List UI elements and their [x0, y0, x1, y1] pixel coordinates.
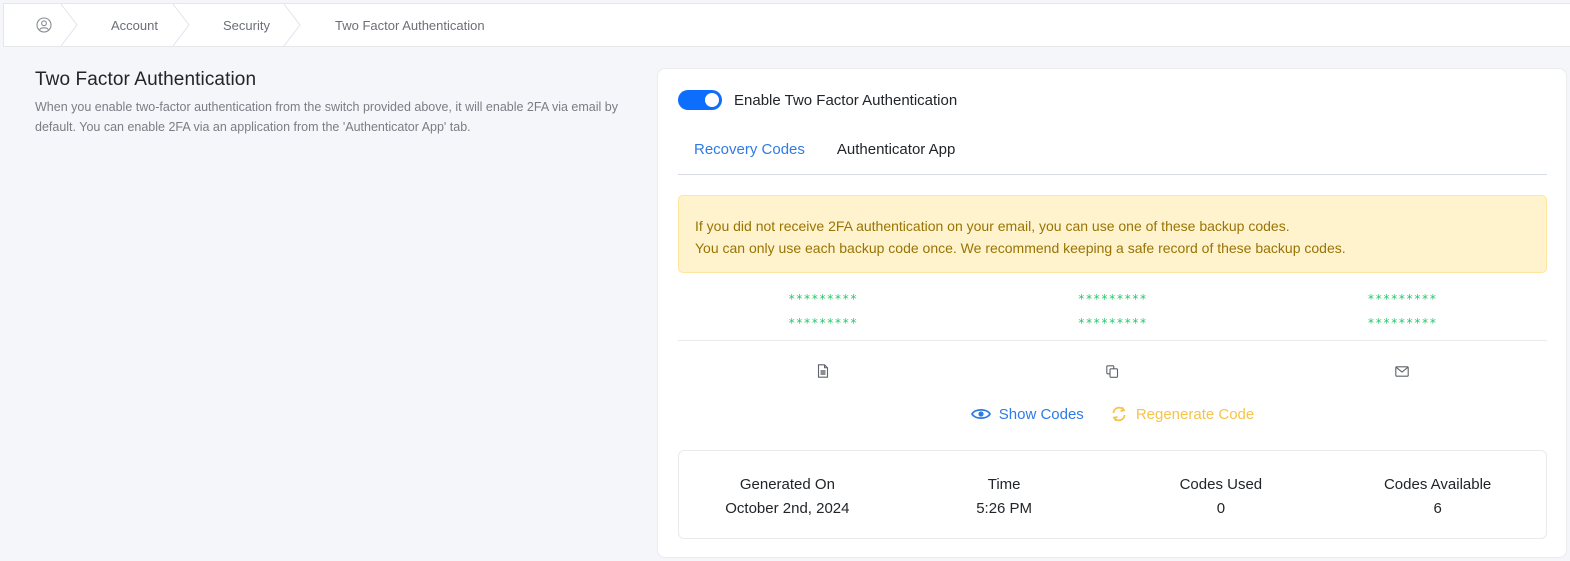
stat-codes-available: Codes Available 6	[1329, 473, 1546, 538]
stat-value: 6	[1433, 500, 1442, 517]
mail-icon	[1395, 365, 1409, 377]
stat-label: Time	[987, 476, 1021, 493]
tab-bar: Recovery Codes Authenticator App	[678, 137, 1547, 175]
recovery-code: *********	[1367, 292, 1437, 306]
recovery-code: *********	[788, 292, 858, 306]
codes-divider	[678, 340, 1547, 341]
two-factor-card: Enable Two Factor Authentication Recover…	[657, 68, 1567, 558]
enable-2fa-row: Enable Two Factor Authentication	[678, 90, 957, 110]
tab-recovery-codes[interactable]: Recovery Codes	[678, 137, 821, 174]
breadcrumb-account-label: Account	[111, 17, 158, 33]
eye-icon	[970, 408, 991, 420]
enable-2fa-label: Enable Two Factor Authentication	[734, 91, 958, 109]
regenerate-code-label: Regenerate Code	[1135, 405, 1255, 423]
toggle-knob	[705, 93, 719, 107]
recovery-code: *********	[1077, 316, 1148, 330]
recovery-code: *********	[1077, 292, 1148, 306]
codes-actions: Show Codes Regenerate Code	[678, 405, 1547, 423]
breadcrumb: Account Security Two Factor Authenticati…	[3, 3, 1570, 47]
recovery-codes-grid: ********* ********* ********* ********* …	[678, 291, 1547, 331]
stat-value: 5:26 PM	[976, 500, 1033, 517]
stat-value: October 2nd, 2024	[725, 500, 850, 517]
alert-line-1: If you did not receive 2FA authenticatio…	[695, 218, 1290, 234]
copy-codes-button[interactable]	[1104, 363, 1120, 379]
backup-codes-alert: If you did not receive 2FA authenticatio…	[678, 195, 1547, 273]
recovery-code: *********	[788, 316, 858, 330]
email-codes-button[interactable]	[1394, 363, 1410, 379]
stat-time: Time 5:26 PM	[896, 473, 1113, 538]
alert-line-2: You can only use each backup code once. …	[695, 240, 1346, 256]
show-codes-label: Show Codes	[998, 405, 1084, 423]
breadcrumb-home[interactable]	[4, 4, 78, 46]
stat-label: Generated On	[739, 476, 835, 493]
code-actions-row	[678, 363, 1547, 379]
section-description: When you enable two-factor authenticatio…	[35, 100, 618, 134]
download-codes-button[interactable]	[815, 363, 831, 379]
stat-generated-on: Generated On October 2nd, 2024	[679, 473, 896, 538]
user-circle-icon	[36, 17, 52, 33]
file-icon	[817, 364, 828, 378]
breadcrumb-current-label: Two Factor Authentication	[335, 17, 485, 33]
stat-label: Codes Used	[1179, 476, 1263, 493]
stat-codes-used: Codes Used 0	[1113, 473, 1330, 538]
codes-stats: Generated On October 2nd, 2024 Time 5:26…	[678, 450, 1547, 539]
breadcrumb-security[interactable]: Security	[188, 4, 301, 46]
stat-value: 0	[1216, 500, 1226, 517]
tab-authenticator-app[interactable]: Authenticator App	[821, 137, 971, 174]
breadcrumb-security-label: Security	[223, 17, 270, 33]
show-codes-button[interactable]: Show Codes	[970, 405, 1084, 423]
section-title: Two Factor Authentication	[35, 69, 257, 90]
stat-label: Codes Available	[1383, 476, 1492, 493]
enable-2fa-toggle[interactable]	[678, 90, 722, 110]
breadcrumb-current: Two Factor Authentication	[299, 4, 485, 46]
recovery-code: *********	[1367, 316, 1437, 330]
refresh-icon	[1112, 406, 1126, 422]
regenerate-code-button[interactable]: Regenerate Code	[1110, 405, 1254, 423]
copy-icon	[1106, 364, 1119, 378]
breadcrumb-account[interactable]: Account	[76, 4, 190, 46]
